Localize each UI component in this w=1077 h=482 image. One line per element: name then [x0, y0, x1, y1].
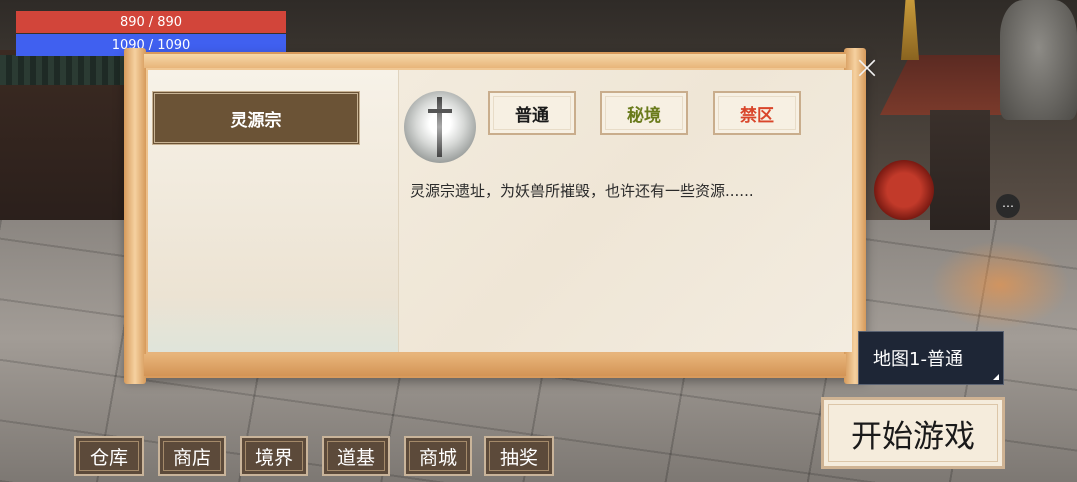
scene-lion-statue [1000, 0, 1077, 120]
mp-max: 1090 [157, 37, 191, 53]
hp-separator: / [148, 14, 154, 30]
hp-current: 890 [119, 14, 145, 30]
hp-bar: 890 / 890 [16, 11, 286, 33]
nav-shop-button[interactable]: 商店 [158, 436, 226, 476]
scene-glow [930, 240, 1070, 330]
tier-secret-button[interactable]: 秘境 [600, 91, 688, 135]
sword-hilt [428, 109, 452, 113]
nav-mall-button[interactable]: 商城 [404, 436, 472, 476]
start-game-button[interactable]: 开始游戏 [821, 397, 1005, 469]
scroll-top-rail [144, 54, 846, 68]
nav-realm-button[interactable]: 境界 [240, 436, 308, 476]
nav-daoji-button[interactable]: 道基 [322, 436, 390, 476]
tier-forbidden-button[interactable]: 禁区 [713, 91, 801, 135]
chat-bubble-icon[interactable]: ⋯ [996, 194, 1020, 218]
close-icon[interactable]: × [852, 51, 882, 83]
location-tab-lingyuanzong[interactable]: 灵源宗 [152, 91, 360, 145]
sword-blade [437, 97, 442, 157]
nav-lottery-button[interactable]: 抽奖 [484, 436, 554, 476]
nav-warehouse-button[interactable]: 仓库 [74, 436, 144, 476]
dropdown-corner-icon [993, 374, 999, 380]
sword-emblem-icon [404, 91, 476, 163]
map-select-value: 地图1-普通 [873, 349, 963, 370]
mp-separator: / [148, 37, 154, 53]
scroll-rod-left [124, 48, 146, 384]
hp-max: 890 [157, 14, 183, 30]
tier-normal-button[interactable]: 普通 [488, 91, 576, 135]
scene-pillar [930, 110, 990, 230]
scene-red-gong [874, 160, 934, 220]
location-description: 灵源宗遗址，为妖兽所摧毁，也许还有一些资源...... [410, 182, 754, 200]
scroll-bottom-rail [144, 354, 846, 376]
map-select-dropdown[interactable]: 地图1-普通 [858, 331, 1004, 385]
